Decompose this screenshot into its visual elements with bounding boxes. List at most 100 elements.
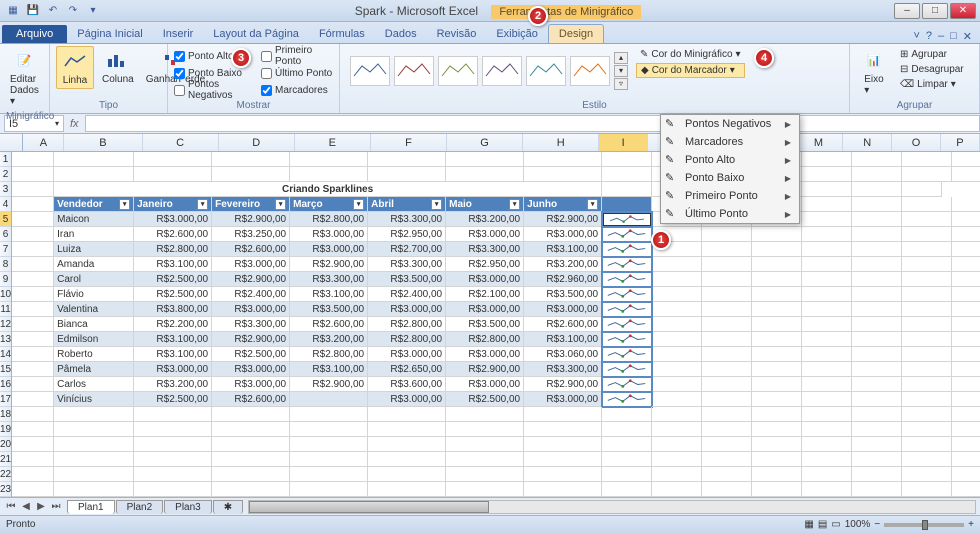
row-header[interactable]: 6 (0, 227, 11, 242)
cell[interactable] (802, 452, 852, 467)
cell[interactable] (602, 197, 652, 212)
style-item[interactable] (482, 56, 522, 86)
tab-file[interactable]: Arquivo (2, 25, 67, 43)
cell[interactable] (134, 437, 212, 452)
row-header[interactable]: 4 (0, 197, 11, 212)
value-cell[interactable]: R$2.650,00 (368, 362, 446, 377)
cell[interactable] (902, 242, 952, 257)
sparkline-cell[interactable] (602, 257, 652, 272)
value-cell[interactable]: R$2.400,00 (212, 287, 290, 302)
tab-formulas[interactable]: Fórmulas (309, 25, 375, 43)
value-cell[interactable]: R$2.700,00 (368, 242, 446, 257)
cell[interactable] (952, 212, 980, 227)
value-cell[interactable]: R$3.300,00 (212, 317, 290, 332)
help-icon[interactable]: ? (926, 30, 932, 43)
row-header[interactable]: 21 (0, 452, 11, 467)
cell[interactable] (802, 407, 852, 422)
cell[interactable] (952, 482, 980, 497)
style-gallery-more[interactable]: ▴▾▿ (614, 52, 628, 90)
value-cell[interactable]: R$3.300,00 (524, 362, 602, 377)
cell[interactable] (752, 317, 802, 332)
value-cell[interactable]: R$3.200,00 (524, 257, 602, 272)
cell[interactable] (902, 317, 952, 332)
dropdown-item-alto[interactable]: ✎Ponto Alto▶ (661, 151, 799, 169)
cell[interactable] (652, 317, 702, 332)
col-header[interactable]: P (941, 134, 980, 151)
cell[interactable] (852, 302, 902, 317)
vendor-cell[interactable]: Carol (54, 272, 134, 287)
cell[interactable] (802, 317, 852, 332)
cell[interactable] (802, 347, 852, 362)
tab-view[interactable]: Exibição (486, 25, 548, 43)
value-cell[interactable]: R$3.000,00 (524, 302, 602, 317)
sparkline-cell[interactable] (602, 317, 652, 332)
value-cell[interactable]: R$3.200,00 (290, 332, 368, 347)
value-cell[interactable]: R$3.500,00 (446, 317, 524, 332)
cell[interactable] (652, 452, 702, 467)
fx-icon[interactable]: fx (64, 118, 85, 130)
cell[interactable] (54, 152, 134, 167)
cell[interactable] (752, 467, 802, 482)
col-header[interactable]: E (295, 134, 371, 151)
value-cell[interactable]: R$2.900,00 (290, 377, 368, 392)
cell[interactable] (54, 167, 134, 182)
cell[interactable] (902, 377, 952, 392)
cell[interactable] (652, 302, 702, 317)
sheet-nav-last[interactable]: ⏭ (49, 501, 63, 512)
value-cell[interactable]: R$2.800,00 (368, 332, 446, 347)
sparkline-cell[interactable] (602, 272, 652, 287)
sheet-tab-new[interactable]: ✱ (213, 500, 243, 514)
cell[interactable] (802, 422, 852, 437)
cell[interactable] (952, 347, 980, 362)
value-cell[interactable]: R$2.600,00 (212, 242, 290, 257)
cell[interactable] (368, 467, 446, 482)
cell[interactable] (952, 437, 980, 452)
col-header[interactable]: I (599, 134, 648, 151)
cell[interactable] (802, 377, 852, 392)
row-header[interactable]: 3 (0, 182, 11, 197)
cell[interactable] (802, 182, 852, 197)
qat-more-icon[interactable]: ▾ (84, 2, 102, 20)
cell[interactable] (702, 227, 752, 242)
cell[interactable] (952, 377, 980, 392)
cell[interactable] (902, 392, 952, 407)
cell[interactable] (652, 482, 702, 497)
value-cell[interactable]: R$3.000,00 (134, 362, 212, 377)
row-header[interactable]: 19 (0, 422, 11, 437)
cell[interactable] (134, 452, 212, 467)
cell[interactable] (290, 407, 368, 422)
col-header[interactable]: B (64, 134, 142, 151)
cell[interactable] (12, 212, 54, 227)
cell[interactable] (290, 437, 368, 452)
cell[interactable] (652, 422, 702, 437)
table-header-cell[interactable]: Janeiro▾ (134, 197, 212, 212)
cell[interactable] (702, 377, 752, 392)
cell[interactable] (652, 407, 702, 422)
cell[interactable] (134, 152, 212, 167)
cell[interactable] (902, 197, 952, 212)
col-header[interactable]: H (523, 134, 599, 151)
cell[interactable] (902, 347, 952, 362)
cell[interactable] (652, 437, 702, 452)
view-normal-icon[interactable]: ▦ (804, 519, 813, 530)
axis-button[interactable]: 📊 Eixo▾ (856, 46, 892, 98)
value-cell[interactable]: R$2.500,00 (134, 392, 212, 407)
cell[interactable] (524, 422, 602, 437)
cell[interactable] (952, 287, 980, 302)
cell[interactable] (852, 407, 902, 422)
cell[interactable] (290, 422, 368, 437)
cell[interactable] (752, 362, 802, 377)
workbook-close-icon[interactable]: ✕ (963, 30, 972, 43)
cell[interactable] (702, 257, 752, 272)
cell[interactable] (702, 437, 752, 452)
cell[interactable] (12, 302, 54, 317)
group-button[interactable]: ⊞Agrupar (896, 48, 968, 61)
row-header[interactable]: 7 (0, 242, 11, 257)
cell[interactable] (368, 482, 446, 497)
cell[interactable] (12, 227, 54, 242)
cell[interactable] (702, 467, 752, 482)
cell[interactable] (134, 422, 212, 437)
cell[interactable] (852, 332, 902, 347)
cell[interactable] (752, 347, 802, 362)
zoom-slider[interactable] (884, 523, 964, 527)
